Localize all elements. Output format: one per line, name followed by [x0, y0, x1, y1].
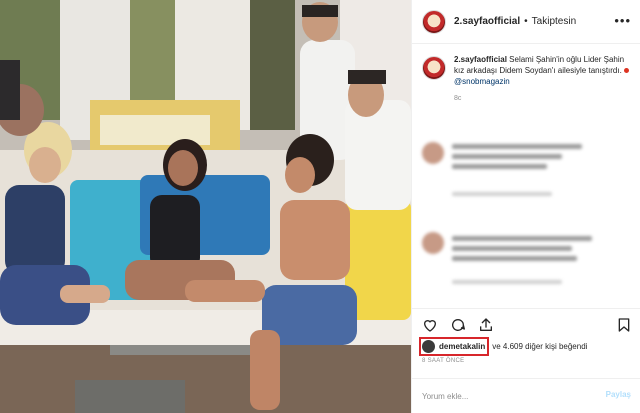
comment-input[interactable]: [422, 387, 592, 405]
pin-icon: [624, 68, 630, 74]
pool-party-photo: [0, 0, 411, 413]
liker-highlight-box: demetakalin: [419, 337, 490, 356]
blurred-comment: [422, 232, 622, 302]
header-separator: •: [524, 16, 528, 27]
post-comment-button[interactable]: Paylaş: [606, 390, 631, 399]
comment-box: Paylaş: [412, 378, 640, 413]
caption-text: 2.sayfaofficial Selami Şahin'in oğlu Lid…: [454, 54, 632, 87]
likes-summary: demetakalin ve 4.609 diğer kişi beğendi: [419, 337, 587, 356]
account-username[interactable]: 2.sayfaofficial: [454, 16, 520, 27]
follow-status[interactable]: Takiptesin: [532, 16, 576, 27]
caption-username[interactable]: 2.sayfaofficial: [454, 55, 507, 64]
liker-avatar[interactable]: [422, 340, 435, 353]
caption-mention[interactable]: @snobmagazin: [454, 77, 510, 86]
post-actions: [412, 308, 640, 340]
blurred-comment: [422, 142, 622, 222]
likes-count-text[interactable]: ve 4.609 diğer kişi beğendi: [492, 342, 587, 351]
post-timestamp: 8 SAAT ÖNCE: [422, 358, 465, 364]
account-avatar[interactable]: [422, 9, 446, 34]
post-photo[interactable]: [0, 0, 411, 413]
post-side-panel: 2.sayfaofficial • Takiptesin ••• 2.sayfa…: [411, 0, 640, 413]
caption-avatar[interactable]: [422, 56, 446, 80]
bookmark-icon[interactable]: [616, 317, 632, 333]
comment-icon[interactable]: [450, 317, 466, 333]
heart-icon[interactable]: [422, 317, 438, 333]
share-icon[interactable]: [478, 317, 494, 333]
caption-time: 8c: [454, 95, 462, 102]
post-caption: 2.sayfaofficial Selami Şahin'in oğlu Lid…: [422, 54, 632, 102]
more-icon[interactable]: •••: [614, 13, 631, 28]
liker-username[interactable]: demetakalin: [439, 342, 485, 351]
post-header: 2.sayfaofficial • Takiptesin •••: [412, 0, 640, 44]
